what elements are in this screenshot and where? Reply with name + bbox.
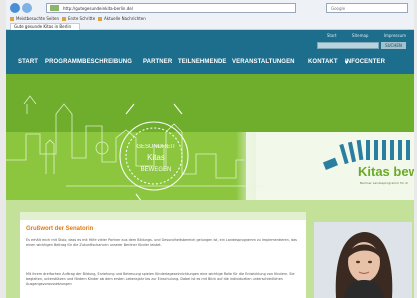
stamp-text-top: GESUNDHEIT bbox=[136, 144, 176, 150]
bookmark-icon bbox=[62, 17, 66, 21]
portrait-icon bbox=[314, 222, 412, 298]
nav-item-partner[interactable]: PARTNER bbox=[143, 59, 172, 65]
chevron-down-icon: ▾ bbox=[345, 60, 349, 66]
site-search-input[interactable] bbox=[317, 42, 379, 49]
address-bar[interactable]: http://gutegesundeinkita-berlin.de/ bbox=[46, 3, 296, 13]
browser-tab[interactable]: Gute gesunde Kitas in Berlin bbox=[10, 23, 80, 30]
stamp-text-middle: Kitas bbox=[147, 153, 165, 162]
bookmarks-bar: Meistbesuchte Seiten Erste Schritte Aktu… bbox=[6, 15, 414, 23]
browser-nav-row: http://gutegesundeinkita-berlin.de/ Goog… bbox=[6, 2, 414, 14]
nav-item-kontakt[interactable]: KONTAKT bbox=[308, 59, 338, 65]
utility-links: Start Sitemap Impressum bbox=[313, 33, 406, 38]
util-link-sitemap[interactable]: Sitemap bbox=[352, 33, 369, 38]
skyline-illustration: GESUNDHEIT Kitas BEWEGEN bbox=[6, 95, 410, 200]
bookmark-item[interactable]: Aktuelle Nachrichten bbox=[98, 15, 146, 23]
intro-paragraph: Es erhält mich mit Stolz, dass es mit Hi… bbox=[26, 238, 297, 248]
bookmark-item[interactable]: Meistbesuchte Seiten bbox=[10, 15, 59, 23]
util-link-impressum[interactable]: Impressum bbox=[384, 33, 406, 38]
site-header: Start Sitemap Impressum SUCHEN START PRO… bbox=[6, 30, 414, 74]
nav-item-veranstaltungen[interactable]: VERANSTALTUNGEN bbox=[232, 59, 295, 65]
logo-subtitle: Berliner Landesprogramm für di bbox=[360, 181, 409, 185]
back-icon[interactable] bbox=[10, 3, 20, 13]
site-search-button[interactable]: SUCHEN bbox=[381, 42, 406, 49]
browser-chrome: http://gutegesundeinkita-berlin.de/ Goog… bbox=[6, 0, 414, 30]
browser-window: http://gutegesundeinkita-berlin.de/ Goog… bbox=[6, 0, 414, 298]
body-paragraph: Mit ihrem dreifachen Auftrag der Bildung… bbox=[26, 272, 295, 287]
hero-banner: GESUNDHEIT Kitas BEWEGEN bbox=[6, 74, 414, 200]
address-url: http://gutegesundeinkita-berlin.de/ bbox=[63, 6, 134, 11]
content-stripe bbox=[20, 212, 306, 220]
browser-search-input[interactable]: Google bbox=[326, 3, 408, 13]
nav-item-teilnehmende[interactable]: TEILNEHMENDE bbox=[178, 59, 227, 65]
site-favicon-icon bbox=[50, 5, 59, 11]
senator-portrait-image bbox=[314, 222, 412, 298]
page-title: Grußwort der Senatorin bbox=[26, 226, 94, 232]
util-link-start[interactable]: Start bbox=[327, 33, 337, 38]
bookmark-item[interactable]: Erste Schritte bbox=[62, 15, 95, 23]
bookmark-icon bbox=[10, 17, 14, 21]
stamp-text-bottom: BEWEGEN bbox=[141, 167, 172, 173]
nav-item-programmbeschreibung[interactable]: PROGRAMMBESCHREIBUNG bbox=[45, 59, 132, 65]
tab-strip: Gute gesunde Kitas in Berlin bbox=[6, 23, 414, 30]
forward-icon[interactable] bbox=[22, 3, 32, 13]
kitas-bewegen-logo[interactable]: Kitas bew bbox=[358, 164, 414, 179]
nav-item-start[interactable]: START bbox=[18, 59, 38, 65]
bookmark-icon bbox=[98, 17, 102, 21]
